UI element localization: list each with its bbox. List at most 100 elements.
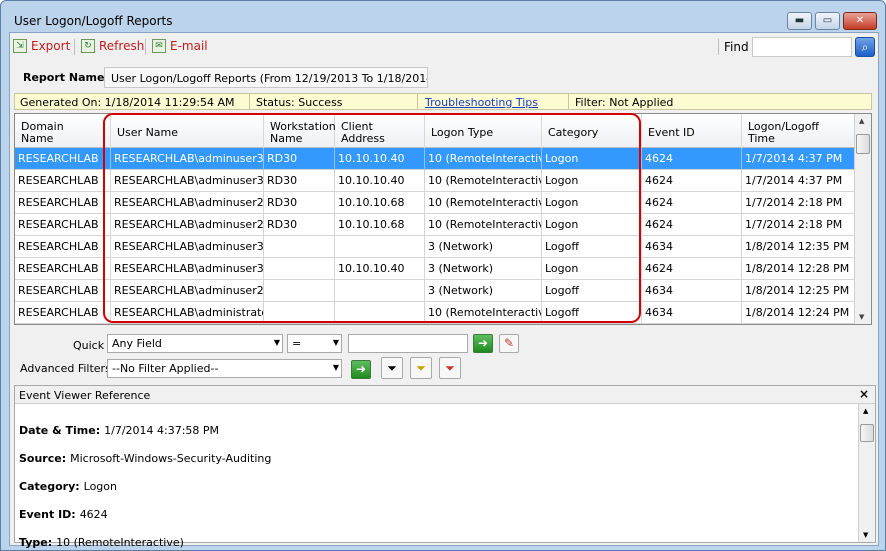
column-header-label: Event ID (648, 125, 695, 139)
column-header[interactable]: Logon Type (425, 114, 542, 148)
table-cell (335, 302, 425, 324)
table-row[interactable]: RESEARCHLAB RESEARCHLAB\adminuser2 RD30 10.… (15, 192, 855, 214)
filter-button[interactable]: ⏷ (381, 357, 403, 379)
apply-advanced-filter-button[interactable]: ➜ (351, 360, 371, 379)
report-name-label: Report Name: (23, 71, 109, 84)
detail-line: Type: 10 (RemoteInteractive) (19, 536, 184, 549)
clear-filter-button[interactable]: ✎ (499, 334, 519, 353)
maximize-button[interactable]: ▭ (815, 12, 840, 30)
column-header-label: Logon/Logoff Time (748, 120, 819, 145)
detail-label: Event ID: (19, 508, 76, 521)
table-cell: RESEARCHLAB (15, 302, 111, 324)
quick-filter-field-select[interactable]: Any Field ▼ (107, 334, 283, 353)
table-row[interactable]: RESEARCHLAB RESEARCHLAB\administrator 10 (… (15, 302, 855, 324)
table-cell: 3 (Network) (425, 236, 542, 258)
table-cell: Logoff (542, 302, 642, 324)
table-cell: 4624 (642, 148, 742, 170)
scroll-thumb[interactable] (856, 134, 870, 154)
quick-filter-operator-value: = (292, 337, 302, 350)
email-label: E-mail (170, 39, 208, 53)
find-button[interactable]: ⌕ (855, 37, 875, 57)
quick-filter-operator-select[interactable]: = ▼ (287, 334, 342, 353)
scroll-up-icon[interactable]: ▲ (863, 407, 868, 415)
column-header-line: Time (748, 131, 775, 145)
panel-title: Event Viewer Reference (19, 389, 151, 402)
detail-value: 10 (RemoteInteractive) (56, 536, 184, 549)
table-cell: 10 (RemoteInteractive) (425, 170, 542, 192)
refresh-button[interactable]: ↻ Refresh (81, 39, 144, 53)
column-header[interactable]: Client Address (335, 114, 425, 148)
find-label: Find (724, 40, 749, 54)
email-button[interactable]: ✉ E-mail (152, 39, 208, 53)
column-header[interactable]: Workstation Name (264, 114, 336, 148)
table-cell: 1/7/2014 4:37 PM (742, 148, 855, 170)
table-row[interactable]: RESEARCHLAB RESEARCHLAB\adminuser3 RD30 10.… (15, 170, 855, 192)
scroll-down-icon[interactable]: ▼ (863, 531, 868, 539)
table-row[interactable]: RESEARCHLAB RESEARCHLAB\adminuser3 10.10.1… (15, 258, 855, 280)
refresh-label: Refresh (99, 39, 145, 53)
table-cell: 4634 (642, 302, 742, 324)
close-button[interactable]: ✕ (843, 12, 877, 30)
table-cell: RESEARCHLAB\adminuser2 (111, 280, 264, 302)
panel-scrollbar[interactable]: ▲ ▼ (858, 404, 875, 542)
status-divider (249, 94, 250, 109)
title-bar: User Logon/Logoff Reports ▬ ▭ ✕ (1, 1, 885, 31)
detail-label: Source: (19, 452, 67, 465)
table-cell: 1/7/2014 2:18 PM (742, 214, 855, 236)
quick-filter-value-input[interactable] (348, 334, 468, 353)
detail-value: Logon (83, 480, 117, 493)
scroll-up-icon[interactable]: ▲ (859, 117, 864, 125)
table-cell: 3 (Network) (425, 280, 542, 302)
table-cell: RESEARCHLAB (15, 170, 111, 192)
remove-filter-button[interactable]: ⏷ (439, 357, 461, 379)
column-header[interactable]: Event ID (642, 114, 742, 148)
column-header-line: Event ID (648, 125, 695, 139)
column-header-label: Category (548, 125, 599, 139)
edit-filter-icon: ⏷ (416, 361, 426, 375)
column-header[interactable]: Domain Name (15, 114, 111, 148)
table-cell: RESEARCHLAB (15, 214, 111, 236)
column-header[interactable]: Logon/Logoff Time (742, 114, 855, 148)
table-cell: RESEARCHLAB\adminuser3 (111, 170, 264, 192)
detail-label: Type: (19, 536, 53, 549)
detail-value: 4624 (79, 508, 108, 521)
table-cell: 4634 (642, 280, 742, 302)
table-cell: 1/7/2014 2:18 PM (742, 192, 855, 214)
table-cell: RD30 (264, 214, 335, 236)
scroll-down-icon[interactable]: ▼ (859, 313, 864, 321)
panel-close-icon[interactable]: × (859, 387, 869, 401)
table-cell: Logon (542, 192, 642, 214)
minimize-button[interactable]: ▬ (787, 12, 812, 30)
detail-line: Source: Microsoft-Windows-Security-Auditi… (19, 452, 271, 465)
table-cell: RESEARCHLAB (15, 258, 111, 280)
table-cell: RESEARCHLAB\administrator (111, 302, 264, 324)
column-header-line: User Name (117, 125, 179, 139)
find-input[interactable] (752, 37, 852, 57)
export-button[interactable]: ⇲ Export (13, 39, 70, 53)
table-cell: 4624 (642, 258, 742, 280)
advanced-filter-select[interactable]: --No Filter Applied-- ▼ (107, 359, 342, 378)
advanced-filter-value: --No Filter Applied-- (112, 362, 219, 375)
quick-filter-field-value: Any Field (112, 337, 162, 350)
troubleshooting-tips-link[interactable]: Troubleshooting Tips (425, 96, 538, 109)
table-cell: RESEARCHLAB (15, 280, 111, 302)
column-header[interactable]: Category (542, 114, 642, 148)
column-header-line: Category (548, 125, 599, 139)
detail-line: Date & Time: 1/7/2014 4:37:58 PM (19, 424, 219, 437)
table-cell: 1/8/2014 12:25 PM (742, 280, 855, 302)
table-row[interactable]: RESEARCHLAB RESEARCHLAB\adminuser3 RD30 10.… (15, 148, 855, 170)
column-header[interactable]: User Name (111, 114, 264, 148)
apply-quick-filter-button[interactable]: ➜ (473, 334, 493, 353)
table-scrollbar[interactable]: ▲ ▼ (854, 114, 871, 324)
edit-filter-button[interactable]: ⏷ (410, 357, 432, 379)
table-cell: Logon (542, 258, 642, 280)
table-cell: RESEARCHLAB\adminuser2 (111, 214, 264, 236)
table-row[interactable]: RESEARCHLAB RESEARCHLAB\adminuser2 RD30 10.… (15, 214, 855, 236)
table-cell (335, 236, 425, 258)
table-row[interactable]: RESEARCHLAB RESEARCHLAB\adminuser3 3 (Netw… (15, 236, 855, 258)
scroll-thumb[interactable] (860, 424, 874, 442)
table-cell: 10.10.10.68 (335, 192, 425, 214)
toolbar-divider (718, 39, 719, 55)
table-row[interactable]: RESEARCHLAB RESEARCHLAB\adminuser2 3 (Netw… (15, 280, 855, 302)
table-cell: 1/8/2014 12:24 PM (742, 302, 855, 324)
